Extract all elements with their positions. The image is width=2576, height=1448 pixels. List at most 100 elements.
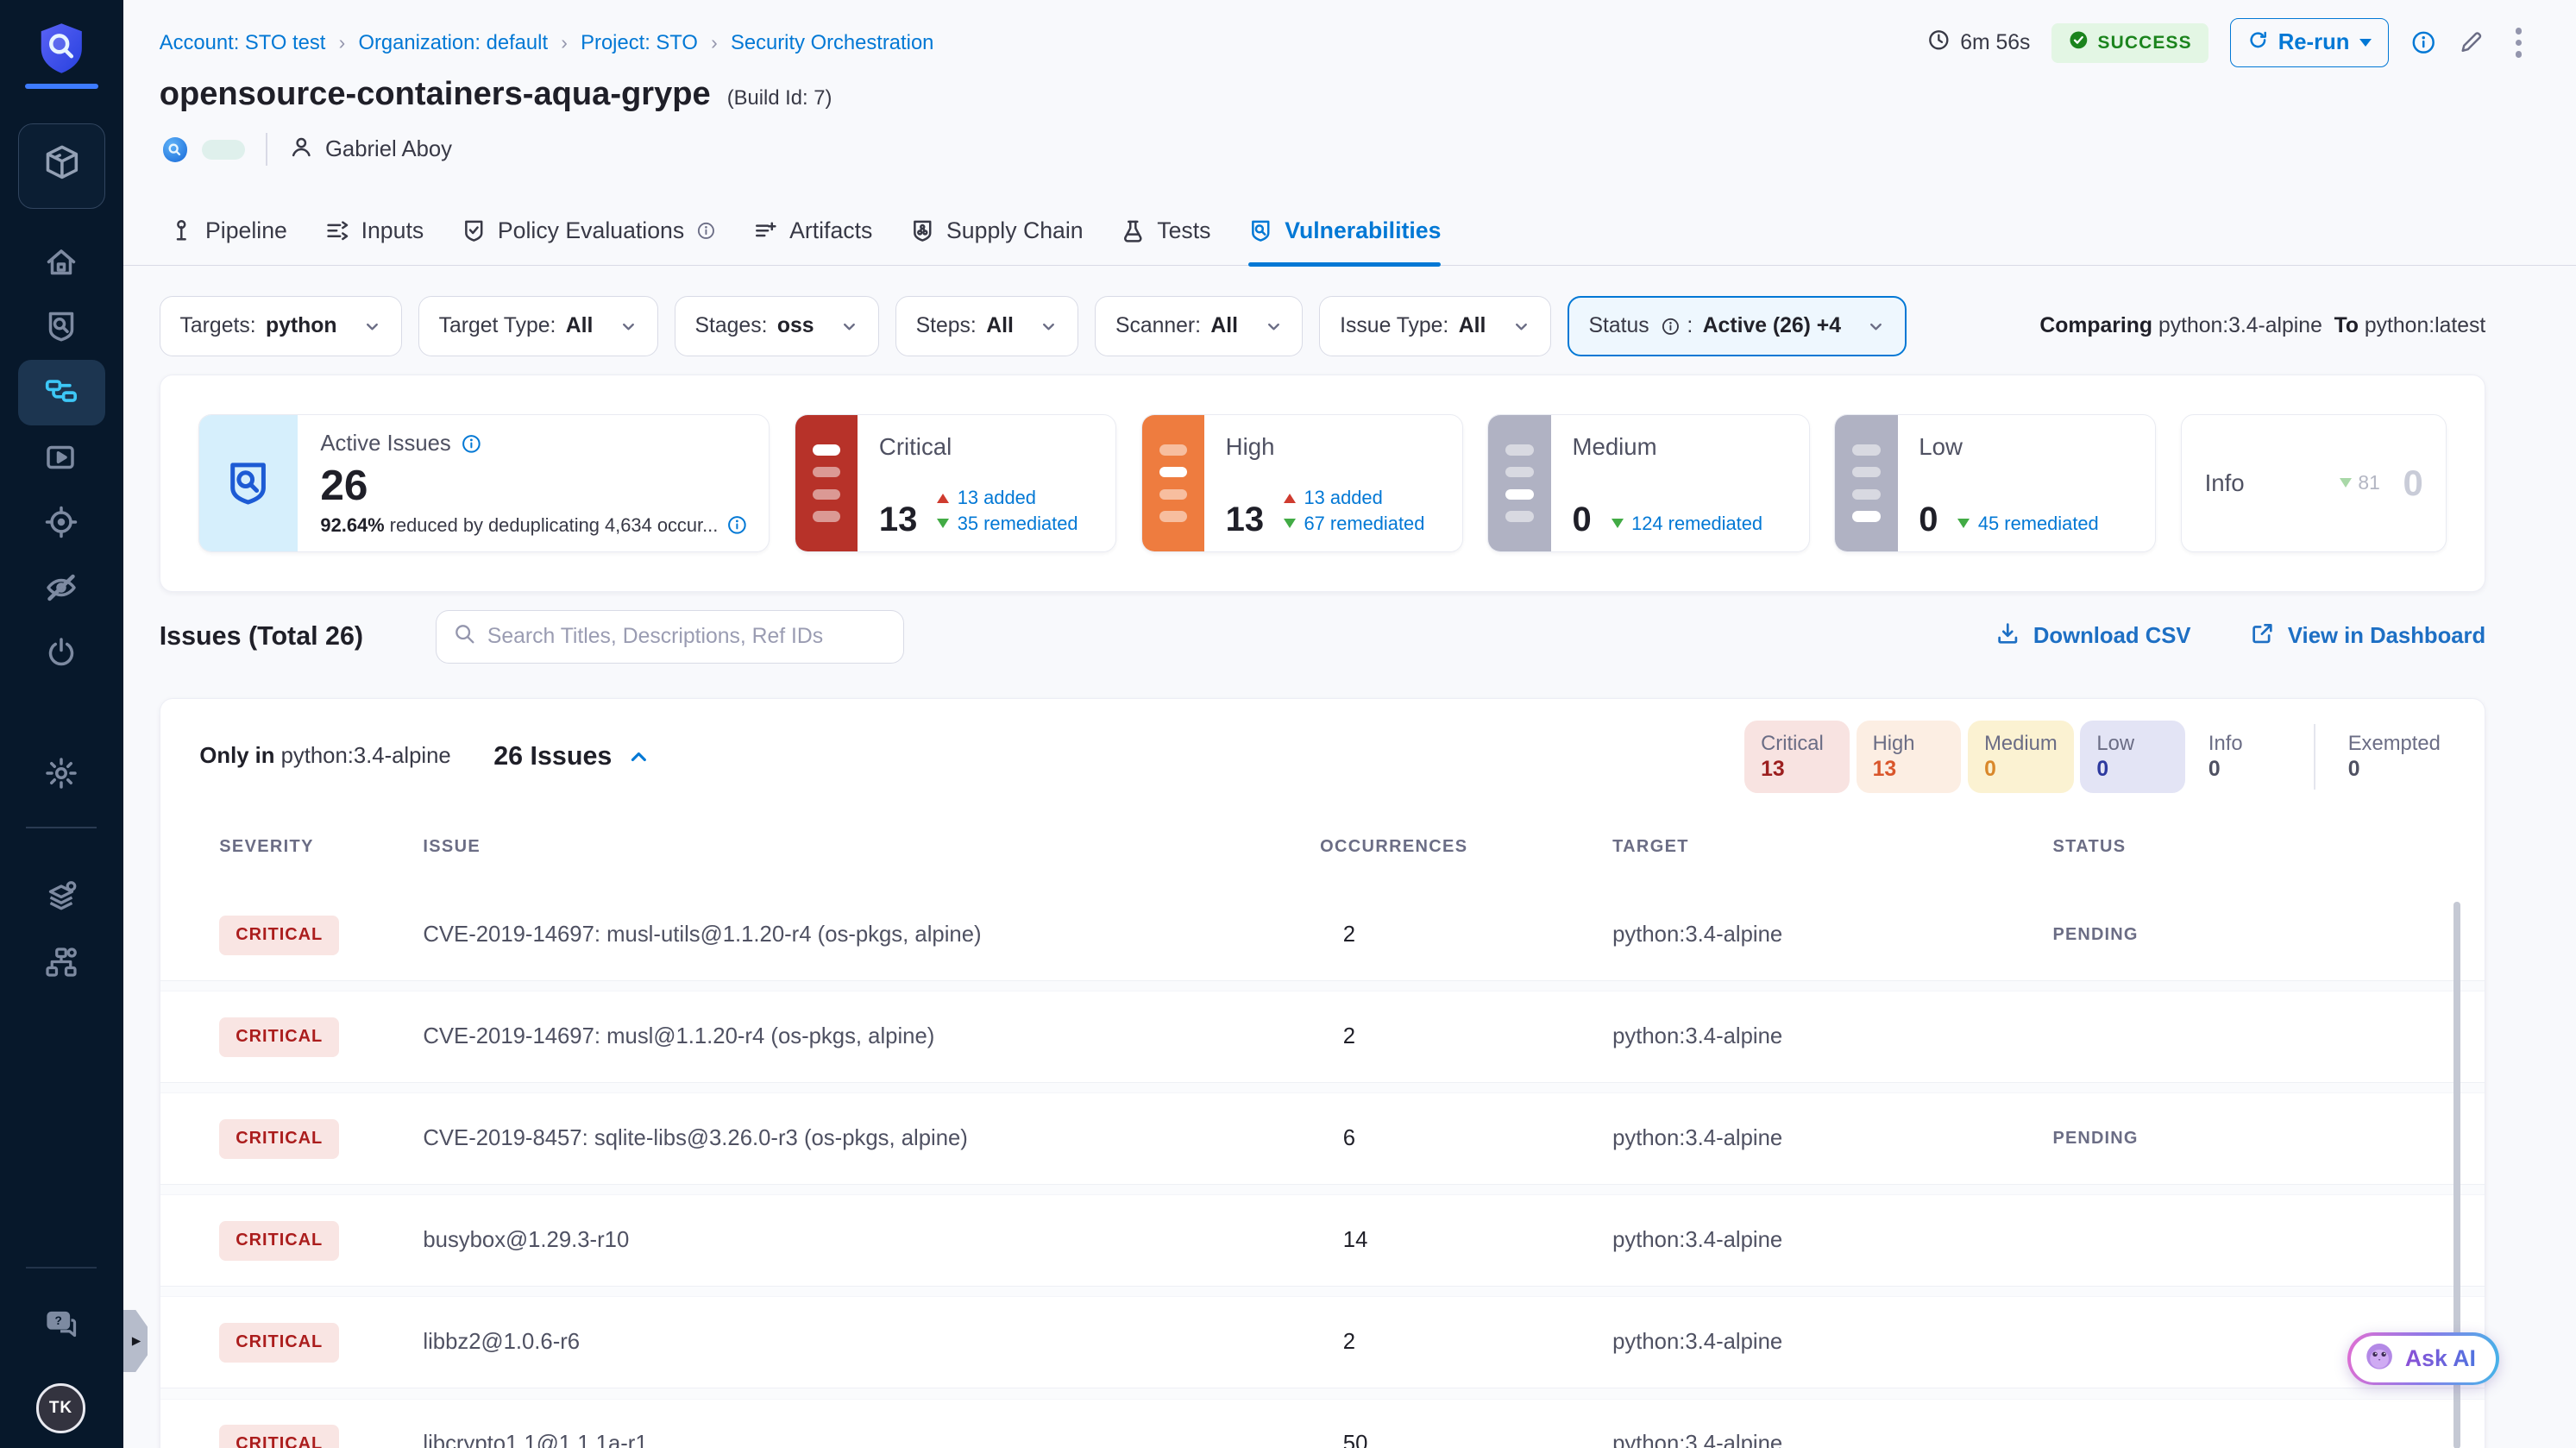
added-count[interactable]: 13 added	[1284, 487, 1424, 509]
tab-tests[interactable]: Tests	[1121, 196, 1210, 266]
filter-targets[interactable]: Targets:python	[160, 296, 402, 356]
breadcrumb-separator: ›	[711, 31, 718, 54]
filter-status[interactable]: Status:Active (26) +4	[1568, 296, 1907, 356]
sidebar-item-pipelines[interactable]	[18, 360, 105, 425]
edit-pipeline-button[interactable]	[2458, 29, 2484, 55]
user-avatar[interactable]: TK	[36, 1383, 85, 1432]
severity-card-title: Critical	[879, 433, 1099, 461]
tab-policy-evaluations[interactable]: Policy Evaluations	[462, 196, 715, 266]
sidebar-item-targets[interactable]	[0, 505, 123, 546]
remediated-count[interactable]: 124 remediated	[1612, 513, 1763, 535]
filter-target-type[interactable]: Target Type:All	[418, 296, 658, 356]
chat-question-icon: ?	[44, 1306, 79, 1348]
sidebar-item-scans[interactable]	[0, 309, 123, 350]
remediated-count[interactable]: 67 remediated	[1284, 513, 1424, 535]
breadcrumb-link-organization[interactable]: Organization: default	[358, 31, 548, 55]
triangle-up-icon	[937, 494, 949, 503]
shield-scan-icon	[44, 309, 79, 350]
column-header-issue: ISSUE	[423, 837, 1320, 857]
issue-row[interactable]: CRITICALCVE-2019-14697: musl-utils@1.1.2…	[160, 890, 2485, 980]
breadcrumb-link-account[interactable]: Account: STO test	[160, 31, 326, 55]
search-input[interactable]	[487, 625, 887, 649]
sidebar-item-settings[interactable]	[0, 756, 123, 797]
tab-supply-chain[interactable]: Supply Chain	[910, 196, 1083, 266]
dedup-summary: 92.64% reduced by deduplicating 4,634 oc…	[320, 514, 747, 537]
info-icon[interactable]	[461, 433, 482, 455]
pill-value: 0	[2348, 758, 2441, 782]
issues-search[interactable]	[436, 610, 904, 664]
sidebar-item-get-started[interactable]	[0, 636, 123, 677]
info-icon[interactable]	[696, 221, 716, 241]
breadcrumb: Account: STO test › Organization: default ›…	[160, 31, 934, 55]
breadcrumb-link-project[interactable]: Project: STO	[581, 31, 698, 55]
view-in-dashboard-button[interactable]: View in Dashboard	[2250, 621, 2485, 652]
triangle-up-icon	[1284, 494, 1296, 503]
column-header-status: STATUS	[2052, 837, 2485, 857]
remediated-count[interactable]: 45 remediated	[1957, 513, 2098, 535]
download-csv-button[interactable]: Download CSV	[1995, 621, 2190, 652]
critical-severity-card[interactable]: Critical1313 added35 remediated	[795, 414, 1116, 552]
external-link-icon	[2250, 621, 2275, 652]
medium-severity-card[interactable]: Medium0124 remediated	[1487, 414, 1809, 552]
pill-label: Critical	[1761, 732, 1833, 756]
sto-shield-logo-icon[interactable]	[0, 20, 123, 79]
filter-steps[interactable]: Steps: All	[895, 296, 1078, 356]
rerun-button[interactable]: Re-run	[2230, 18, 2389, 67]
breadcrumb-link-security-orchestration[interactable]: Security Orchestration	[731, 31, 933, 55]
collapse-group-button[interactable]	[628, 746, 650, 768]
remediated-count[interactable]: 35 remediated	[937, 513, 1078, 535]
breadcrumb-separator: ›	[561, 31, 568, 54]
tab-pipeline[interactable]: Pipeline	[169, 196, 287, 266]
table-header: SEVERITYISSUEOCCURRENCESTARGETSTATUS	[160, 837, 2485, 857]
filter-value: All	[986, 314, 1014, 338]
issue-row[interactable]: CRITICALbusybox@1.29.3-r1014python:3.4-a…	[160, 1195, 2485, 1286]
filter-chips: Targets:python Target Type:All Stages:oss S…	[160, 296, 1907, 356]
active-issues-count: 26	[320, 464, 747, 507]
build-info-button[interactable]	[2410, 29, 2436, 55]
severity-card-title: Medium	[1572, 433, 1792, 461]
tab-label: Artifacts	[789, 217, 872, 244]
occurrences-count: 6	[1320, 1126, 1612, 1151]
pill-info[interactable]: Info0	[2192, 721, 2297, 793]
pill-critical[interactable]: Critical13	[1744, 721, 1850, 793]
sidebar-item-default-settings[interactable]	[0, 879, 123, 921]
sidebar-item-home[interactable]	[0, 245, 123, 286]
pipelines-icon	[43, 371, 79, 414]
caret-down-icon	[2359, 39, 2372, 47]
low-severity-card[interactable]: Low045 remediated	[1834, 414, 2156, 552]
filter-scanner[interactable]: Scanner:All	[1095, 296, 1303, 356]
severity-badge: CRITICAL	[219, 1323, 339, 1363]
severity-stripe	[1835, 415, 1897, 551]
tab-vulnerabilities[interactable]: Vulnerabilities	[1248, 196, 1441, 266]
chevron-down-icon	[1492, 318, 1530, 336]
ask-ai-button[interactable]: Ask AI	[2347, 1332, 2498, 1385]
info-severity-card[interactable]: Info 81 0	[2181, 414, 2447, 552]
pill-exempted[interactable]: Exempted0	[2332, 721, 2457, 793]
pill-high[interactable]: High13	[1857, 721, 1962, 793]
svg-text:?: ?	[55, 1314, 62, 1327]
module-selector-button[interactable]	[18, 123, 105, 209]
filter-stages[interactable]: Stages:oss	[675, 296, 879, 356]
filter-label: Steps:	[916, 314, 977, 338]
tab-artifacts[interactable]: Artifacts	[753, 196, 872, 266]
high-severity-card[interactable]: High1313 added67 remediated	[1141, 414, 1463, 552]
tab-inputs[interactable]: Inputs	[325, 196, 424, 266]
sidebar-item-help[interactable]: ?	[0, 1306, 123, 1348]
check-circle-icon	[2068, 29, 2089, 56]
sidebar-item-org-settings[interactable]	[0, 945, 123, 986]
issue-row[interactable]: CRITICALlibbz2@1.0.6-r62python:3.4-alpin…	[160, 1297, 2485, 1388]
pill-medium[interactable]: Medium0	[1968, 721, 2074, 793]
pill-low[interactable]: Low0	[2080, 721, 2185, 793]
info-icon[interactable]	[726, 514, 748, 536]
sidebar-item-exemptions[interactable]	[0, 570, 123, 612]
issue-row[interactable]: CRITICALlibcrypto1.1@1.1.1a-r150python:3…	[160, 1400, 2485, 1448]
pill-value: 0	[2208, 758, 2281, 782]
group-header-label: Only in python:3.4-alpine	[199, 744, 450, 769]
sidebar-item-executions[interactable]	[0, 440, 123, 482]
issue-row[interactable]: CRITICALCVE-2019-8457: sqlite-libs@3.26.…	[160, 1093, 2485, 1184]
more-options-button[interactable]	[2505, 25, 2531, 61]
added-count[interactable]: 13 added	[937, 487, 1078, 509]
filter-issue-type[interactable]: Issue Type:All	[1319, 296, 1550, 356]
active-issues-card[interactable]: Active Issues 26 92.64% reduced by dedup…	[198, 414, 770, 552]
issue-row[interactable]: CRITICALCVE-2019-14697: musl@1.1.20-r4 (…	[160, 992, 2485, 1082]
